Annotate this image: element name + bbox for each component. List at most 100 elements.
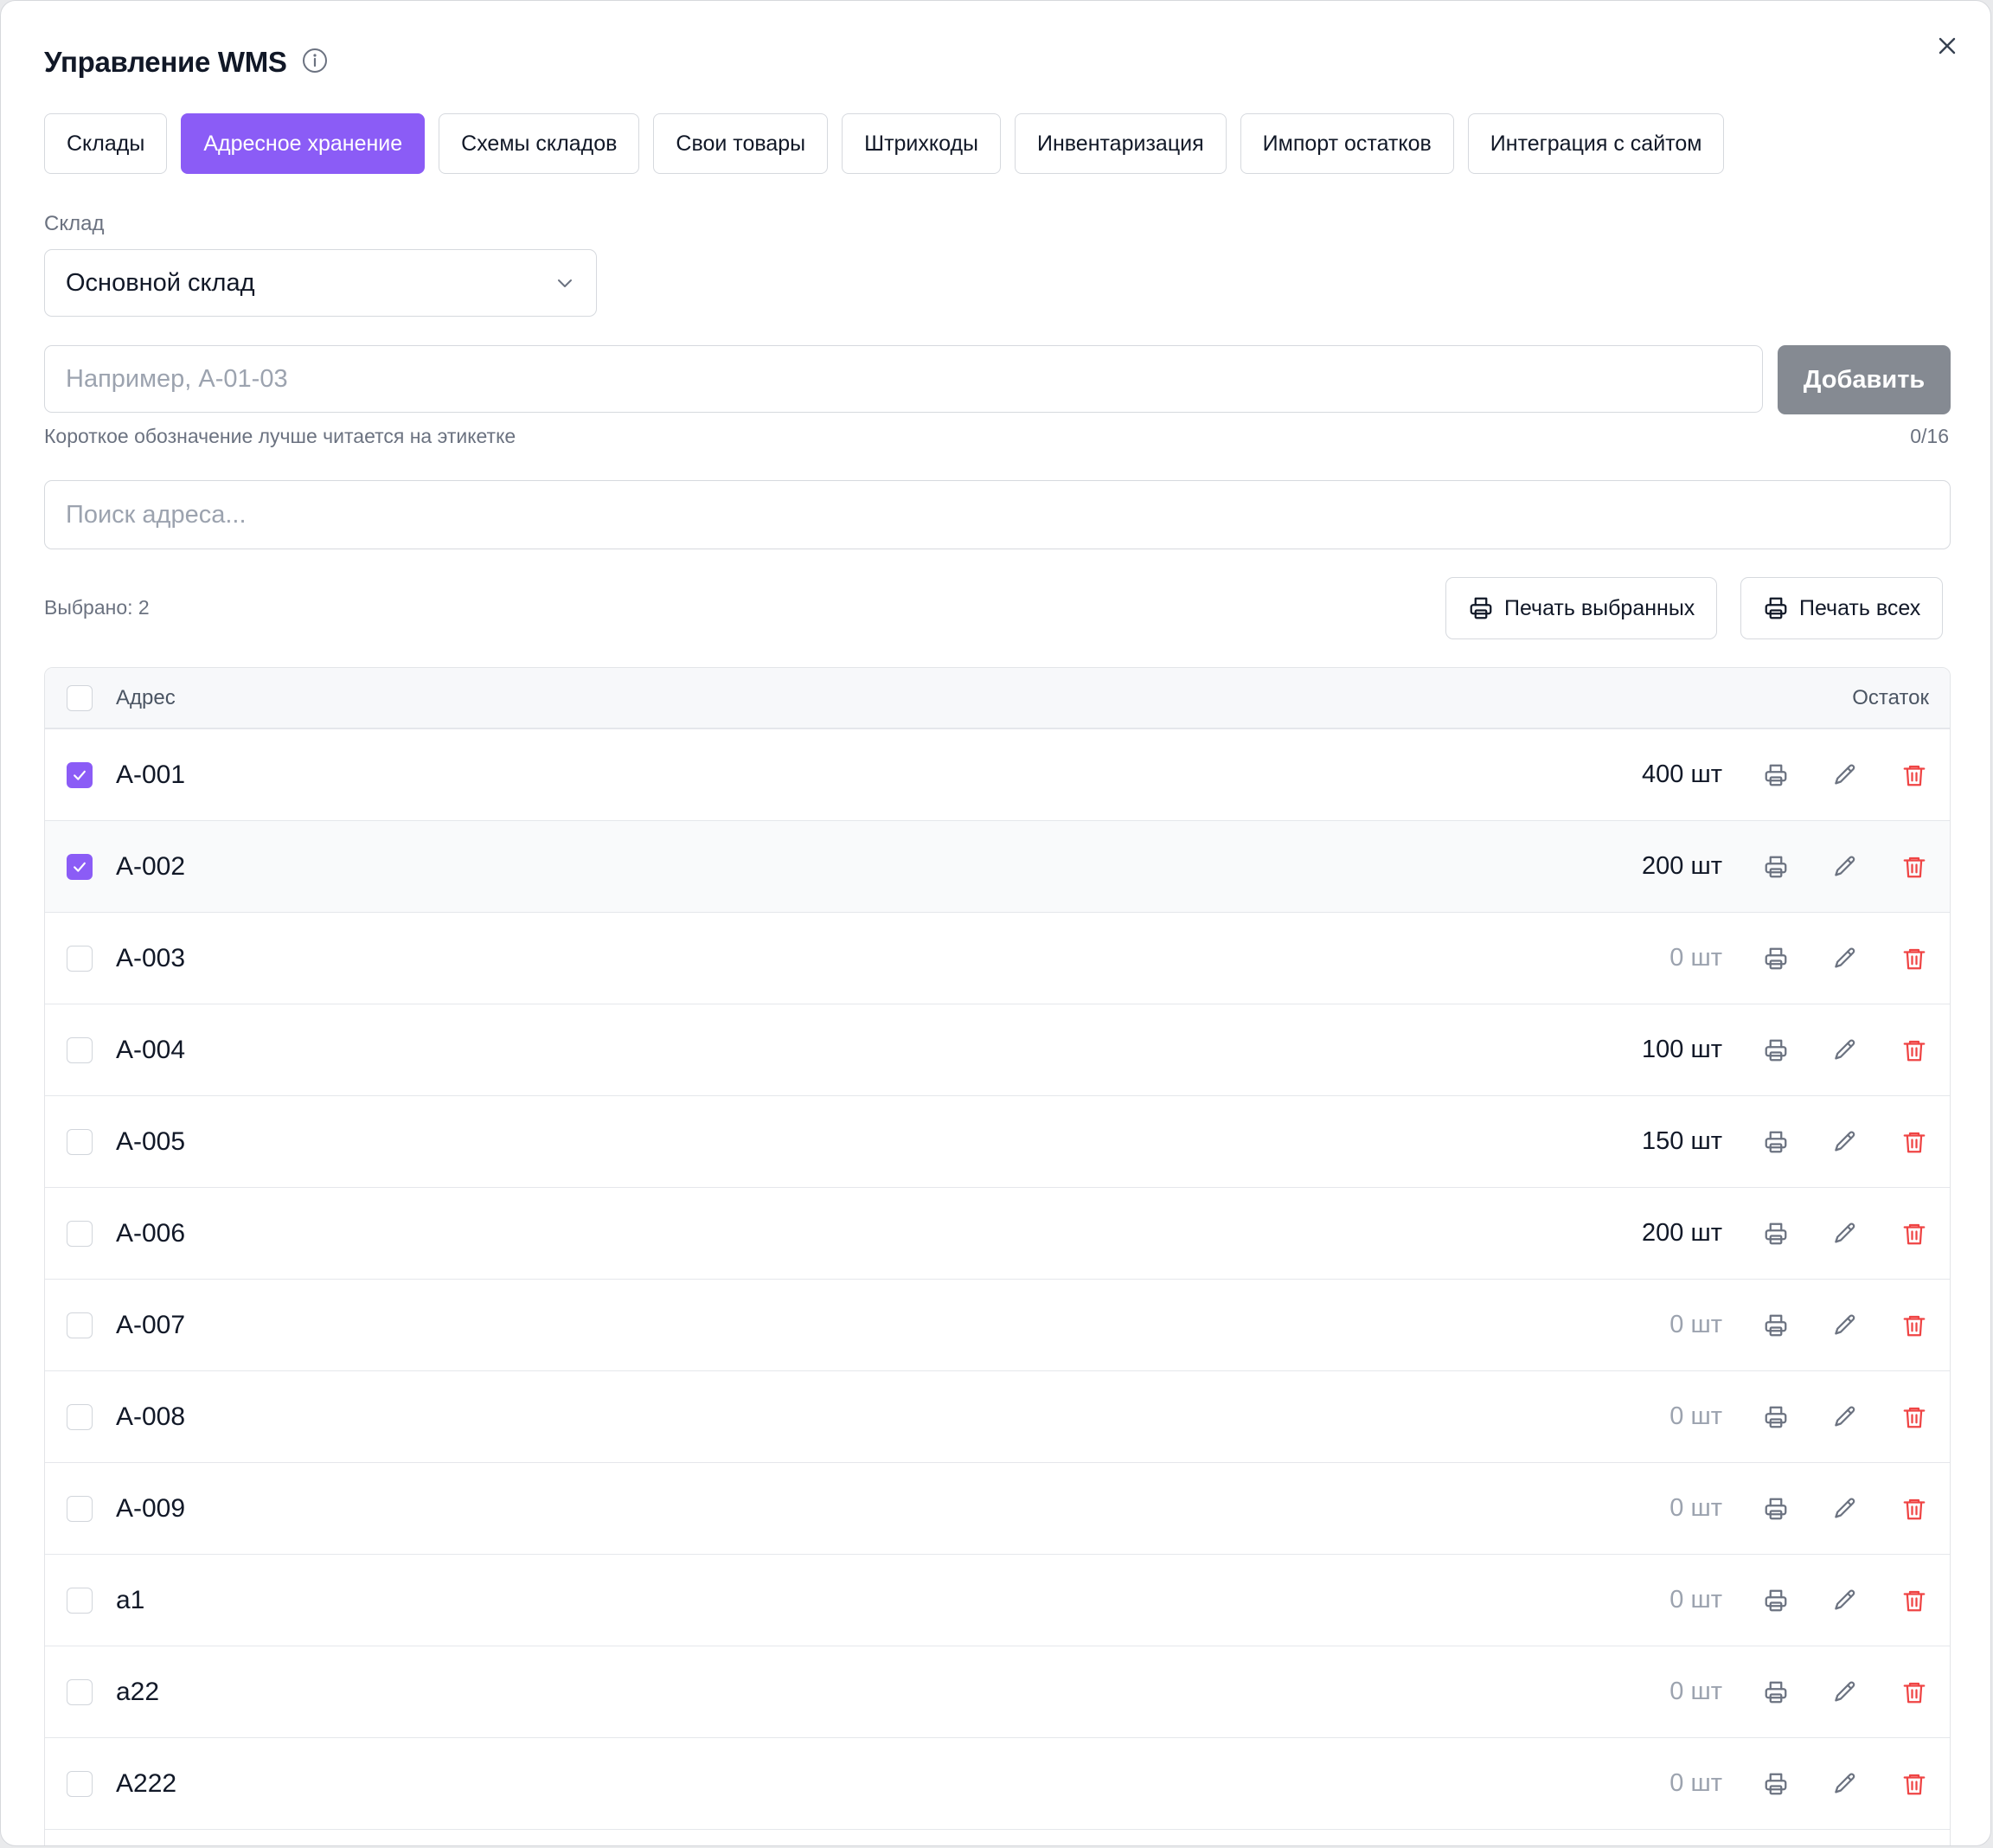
- print-icon[interactable]: [1759, 1125, 1793, 1159]
- table-row[interactable]: A-008 0 шт: [45, 1371, 1950, 1463]
- print-icon[interactable]: [1759, 1767, 1793, 1801]
- tab-warehouses[interactable]: Склады: [44, 113, 168, 174]
- edit-icon[interactable]: [1828, 1492, 1862, 1526]
- delete-icon[interactable]: [1897, 1675, 1932, 1710]
- tab-warehouse-schemes[interactable]: Схемы складов: [439, 113, 640, 174]
- row-address: A-009: [116, 1493, 186, 1523]
- table-row[interactable]: A-006 200 шт: [45, 1188, 1950, 1280]
- edit-icon[interactable]: [1828, 1400, 1862, 1434]
- table-row[interactable]: A-001 400 шт: [45, 729, 1950, 821]
- table-row[interactable]: A-002 200 шт: [45, 821, 1950, 913]
- edit-icon[interactable]: [1828, 1308, 1862, 1343]
- print-all-button[interactable]: Печать всех: [1740, 577, 1944, 639]
- edit-icon[interactable]: [1828, 850, 1862, 884]
- row-checkbox[interactable]: [67, 1495, 93, 1522]
- table-row[interactable]: A-007 0 шт: [45, 1280, 1950, 1371]
- delete-icon[interactable]: [1897, 1033, 1932, 1068]
- column-header-address: Адрес: [116, 685, 176, 709]
- delete-icon[interactable]: [1897, 1400, 1932, 1434]
- tab-site-integration[interactable]: Интеграция с сайтом: [1467, 113, 1725, 174]
- delete-icon[interactable]: [1897, 758, 1932, 792]
- tab-bar: Склады Адресное хранение Схемы складов С…: [44, 113, 1725, 174]
- modal-title: Управление WMS: [44, 46, 287, 78]
- select-all-checkbox[interactable]: [67, 684, 93, 711]
- row-address: A-007: [116, 1310, 186, 1339]
- tab-own-products[interactable]: Свои товары: [653, 113, 829, 174]
- table-row[interactable]: A-003 0 шт: [45, 913, 1950, 1004]
- delete-icon[interactable]: [1897, 850, 1932, 884]
- char-counter: 0/16: [1910, 425, 1949, 447]
- address-input[interactable]: [44, 345, 1763, 413]
- row-checkbox[interactable]: [67, 1587, 93, 1614]
- row-checkbox[interactable]: [67, 853, 93, 880]
- row-stock: 400 шт: [1642, 760, 1722, 788]
- delete-icon[interactable]: [1897, 1492, 1932, 1526]
- table-row[interactable]: a22 0 шт: [45, 1646, 1950, 1738]
- delete-icon[interactable]: [1897, 941, 1932, 976]
- printer-icon: [1765, 597, 1787, 619]
- print-icon[interactable]: [1759, 1583, 1793, 1618]
- row-stock: 200 шт: [1642, 852, 1722, 880]
- table-header: Адрес Остаток: [45, 668, 1950, 729]
- row-checkbox[interactable]: [67, 1312, 93, 1338]
- delete-icon[interactable]: [1897, 1125, 1932, 1159]
- row-address: A-001: [116, 760, 186, 789]
- column-header-stock: Остаток: [1852, 685, 1929, 709]
- info-icon[interactable]: [301, 47, 329, 79]
- row-checkbox[interactable]: [67, 761, 93, 788]
- table-row[interactable]: A222 0 шт: [45, 1738, 1950, 1830]
- warehouse-select-value: Основной склад: [66, 268, 255, 297]
- print-icon[interactable]: [1759, 1400, 1793, 1434]
- tab-address-storage[interactable]: Адресное хранение: [181, 113, 426, 174]
- row-stock: 200 шт: [1642, 1219, 1722, 1247]
- edit-icon[interactable]: [1828, 1583, 1862, 1618]
- print-icon[interactable]: [1759, 758, 1793, 792]
- table-row[interactable]: a1 0 шт: [45, 1555, 1950, 1646]
- row-address: A-002: [116, 851, 186, 881]
- delete-icon[interactable]: [1897, 1216, 1932, 1251]
- row-checkbox[interactable]: [67, 1403, 93, 1430]
- row-checkbox[interactable]: [67, 1036, 93, 1063]
- modal-header: Управление WMS: [44, 46, 329, 79]
- print-icon[interactable]: [1759, 850, 1793, 884]
- edit-icon[interactable]: [1828, 1033, 1862, 1068]
- delete-icon[interactable]: [1897, 1583, 1932, 1618]
- print-icon[interactable]: [1759, 1492, 1793, 1526]
- tab-inventory[interactable]: Инвентаризация: [1015, 113, 1227, 174]
- tab-barcodes[interactable]: Штрихкоды: [842, 113, 1002, 174]
- delete-icon[interactable]: [1897, 1767, 1932, 1801]
- row-stock: 0 шт: [1669, 1494, 1722, 1522]
- print-icon[interactable]: [1759, 1216, 1793, 1251]
- table-row[interactable]: A-005 150 шт: [45, 1096, 1950, 1188]
- warehouse-label: Склад: [44, 212, 105, 235]
- print-selected-button[interactable]: Печать выбранных: [1445, 577, 1718, 639]
- row-checkbox[interactable]: [67, 1128, 93, 1155]
- print-icon[interactable]: [1759, 941, 1793, 976]
- address-table: Адрес Остаток A-001 400 шт A-002 200 шт A-00…: [44, 667, 1951, 1845]
- table-row[interactable]: A-009 0 шт: [45, 1463, 1950, 1555]
- warehouse-select[interactable]: Основной склад: [44, 249, 597, 317]
- add-button[interactable]: Добавить: [1778, 345, 1951, 414]
- edit-icon[interactable]: [1828, 1767, 1862, 1801]
- row-checkbox[interactable]: [67, 1678, 93, 1705]
- close-button[interactable]: [1930, 29, 1964, 63]
- row-address: A-005: [116, 1126, 186, 1156]
- edit-icon[interactable]: [1828, 941, 1862, 976]
- row-stock: 100 шт: [1642, 1036, 1722, 1063]
- print-icon[interactable]: [1759, 1033, 1793, 1068]
- tab-import-stock[interactable]: Импорт остатков: [1240, 113, 1454, 174]
- row-address: A-008: [116, 1402, 186, 1431]
- edit-icon[interactable]: [1828, 1675, 1862, 1710]
- edit-icon[interactable]: [1828, 1125, 1862, 1159]
- row-checkbox[interactable]: [67, 1220, 93, 1247]
- row-checkbox[interactable]: [67, 1770, 93, 1797]
- search-input[interactable]: [44, 480, 1951, 549]
- print-icon[interactable]: [1759, 1675, 1793, 1710]
- row-address: A-004: [116, 1035, 186, 1064]
- row-checkbox[interactable]: [67, 945, 93, 972]
- print-icon[interactable]: [1759, 1308, 1793, 1343]
- delete-icon[interactable]: [1897, 1308, 1932, 1343]
- table-row[interactable]: A-004 100 шт: [45, 1004, 1950, 1096]
- edit-icon[interactable]: [1828, 1216, 1862, 1251]
- edit-icon[interactable]: [1828, 758, 1862, 792]
